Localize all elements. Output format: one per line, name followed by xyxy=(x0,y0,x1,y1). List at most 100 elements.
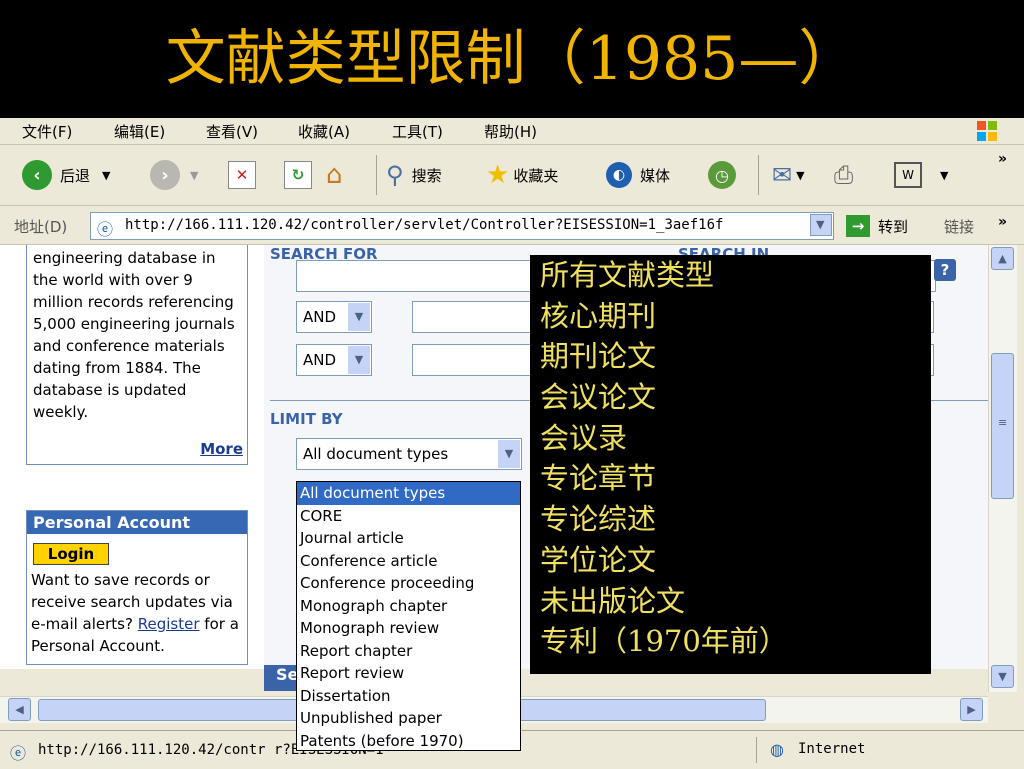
boolean-select-1[interactable]: AND ▼ xyxy=(296,301,372,333)
dropdown-option[interactable]: CORE xyxy=(297,505,520,528)
dropdown-option[interactable]: Report review xyxy=(297,662,520,685)
search-icon: ⚲ xyxy=(386,161,404,189)
scroll-down-icon[interactable]: ▼ xyxy=(991,665,1014,688)
media-globe-icon: ◐ xyxy=(606,162,632,188)
back-dropdown-icon[interactable]: ▼ xyxy=(102,169,110,182)
forward-button[interactable]: › ▼ xyxy=(150,159,198,191)
windows-logo-icon xyxy=(977,121,997,141)
edit-dropdown-icon: ▼ xyxy=(940,168,949,182)
dropdown-option[interactable]: Conference article xyxy=(297,550,520,573)
limit-by-heading: LIMIT BY xyxy=(270,410,343,428)
links-label[interactable]: 链接 xyxy=(944,216,974,237)
translation-item: 所有文献类型 xyxy=(540,258,715,292)
slide-title: 文献类型限制（1985—） xyxy=(165,24,859,94)
ie-page-icon: ⓔ xyxy=(97,220,114,239)
dropdown-option[interactable]: Conference proceeding xyxy=(297,572,520,595)
forward-arrow-icon: › xyxy=(150,160,180,190)
stop-icon: ✕ xyxy=(228,161,256,189)
dropdown-option[interactable]: Monograph chapter xyxy=(297,595,520,618)
dropdown-option[interactable]: Unpublished paper xyxy=(297,707,520,730)
boolean-select-2-value: AND xyxy=(303,351,337,369)
address-label: 地址(D) xyxy=(14,218,68,236)
toolbar-chevron-icon[interactable]: » xyxy=(998,151,1007,167)
address-url: http://166.111.120.42/controller/servlet… xyxy=(125,217,724,233)
translation-item: 核心期刊 xyxy=(540,298,657,333)
menu-view[interactable]: 查看(V) xyxy=(206,121,258,142)
translation-item: 期刊论文 xyxy=(540,339,657,374)
refresh-icon: ↻ xyxy=(284,161,312,189)
translation-item: 会议论文 xyxy=(540,380,657,415)
register-link[interactable]: Register xyxy=(138,615,200,633)
help-icon[interactable]: ? xyxy=(934,259,956,281)
media-label: 媒体 xyxy=(640,166,671,185)
dropdown-option[interactable]: Report chapter xyxy=(297,640,520,663)
vertical-scroll-thumb[interactable]: ≡ xyxy=(991,353,1014,499)
go-label: 转到 xyxy=(878,217,909,236)
menu-favorites[interactable]: 收藏(A) xyxy=(298,121,350,142)
home-button[interactable]: ⌂ xyxy=(326,159,343,191)
login-button[interactable]: Login xyxy=(33,543,109,565)
translation-overlay: 所有文献类型 核心期刊 期刊论文 会议论文 会议录 专论章节 专论综述 学位论文… xyxy=(530,255,931,674)
document-type-dropdown-list[interactable]: All document types CORE Journal article … xyxy=(296,481,521,751)
scroll-right-icon[interactable]: ▶ xyxy=(960,698,983,721)
grip-icon: ≡ xyxy=(998,416,1008,429)
vertical-scrollbar[interactable]: ▲ ≡ ▼ xyxy=(988,245,1017,692)
edit-icon: W xyxy=(894,162,922,188)
address-dropdown-button[interactable]: ▼ xyxy=(810,214,832,236)
more-link[interactable]: More xyxy=(200,438,243,460)
account-text-before: Want to save records or receive search u… xyxy=(31,571,233,633)
menu-help[interactable]: 帮助(H) xyxy=(484,121,537,142)
dropdown-option[interactable]: Dissertation xyxy=(297,685,520,708)
mail-dropdown-icon: ▼ xyxy=(796,168,805,182)
translation-item: 专论章节 xyxy=(540,461,657,496)
personal-account-heading: Personal Account xyxy=(27,511,247,534)
toolbar-separator xyxy=(376,155,377,195)
scroll-up-icon[interactable]: ▲ xyxy=(991,247,1014,270)
dropdown-option[interactable]: Journal article xyxy=(297,527,520,550)
home-icon: ⌂ xyxy=(326,160,343,190)
address-input[interactable]: ⓔ http://166.111.120.42/controller/servl… xyxy=(90,212,834,240)
go-arrow-icon: → xyxy=(846,215,870,237)
dropdown-option[interactable]: Monograph review xyxy=(297,617,520,640)
dropdown-option[interactable]: Patents (before 1970) xyxy=(297,730,520,753)
go-button[interactable]: → 转到 xyxy=(846,214,908,238)
stop-button[interactable]: ✕ xyxy=(228,159,256,191)
chevron-down-icon: ▼ xyxy=(348,303,370,331)
refresh-button[interactable]: ↻ xyxy=(284,159,312,191)
boolean-select-2[interactable]: AND ▼ xyxy=(296,344,372,376)
translation-item: 未出版论文 xyxy=(540,583,686,618)
chevron-down-icon: ▼ xyxy=(816,218,825,231)
chevron-down-icon: ▼ xyxy=(498,440,520,468)
favorites-button[interactable]: ★ 收藏夹 xyxy=(486,159,558,191)
links-chevron-icon[interactable]: » xyxy=(998,214,1007,230)
document-type-select[interactable]: All document types ▼ xyxy=(296,438,522,470)
back-label: 后退 xyxy=(60,166,91,185)
toolbar-separator xyxy=(758,155,759,195)
database-description: engineering database in the world with o… xyxy=(33,249,235,421)
history-button[interactable]: ◷ xyxy=(708,159,736,191)
search-button[interactable]: ⚲ 搜索 xyxy=(386,159,442,191)
menu-file[interactable]: 文件(F) xyxy=(22,121,72,142)
translation-item: 会议录 xyxy=(540,420,628,455)
scroll-left-icon[interactable]: ◀ xyxy=(8,698,31,721)
chevron-down-icon: ▼ xyxy=(348,346,370,374)
forward-dropdown-icon: ▼ xyxy=(190,168,199,182)
status-separator xyxy=(756,737,757,763)
personal-account-box: Personal Account Login Want to save reco… xyxy=(26,510,248,665)
menu-bar: 文件(F) 编辑(E) 查看(V) 收藏(A) 工具(T) 帮助(H) xyxy=(0,118,1024,145)
media-button[interactable]: ◐ 媒体 xyxy=(606,159,670,191)
translation-item: 专利（1970年前） xyxy=(540,624,788,659)
print-button[interactable]: ⎙ xyxy=(834,159,853,191)
dropdown-option[interactable]: All document types xyxy=(297,482,520,505)
edit-button[interactable]: W ▼ xyxy=(894,159,948,191)
document-type-select-value: All document types xyxy=(303,445,449,463)
search-label: 搜索 xyxy=(411,166,442,185)
back-button[interactable]: ‹ 后退 ▼ xyxy=(22,159,110,191)
printer-icon: ⎙ xyxy=(834,161,854,189)
mail-button[interactable]: ✉ ▼ xyxy=(772,159,805,191)
translation-item: 专论综述 xyxy=(540,502,657,537)
menu-edit[interactable]: 编辑(E) xyxy=(114,121,165,142)
menu-tools[interactable]: 工具(T) xyxy=(392,121,443,142)
account-description: Want to save records or receive search u… xyxy=(31,569,245,657)
history-icon: ◷ xyxy=(708,161,736,189)
